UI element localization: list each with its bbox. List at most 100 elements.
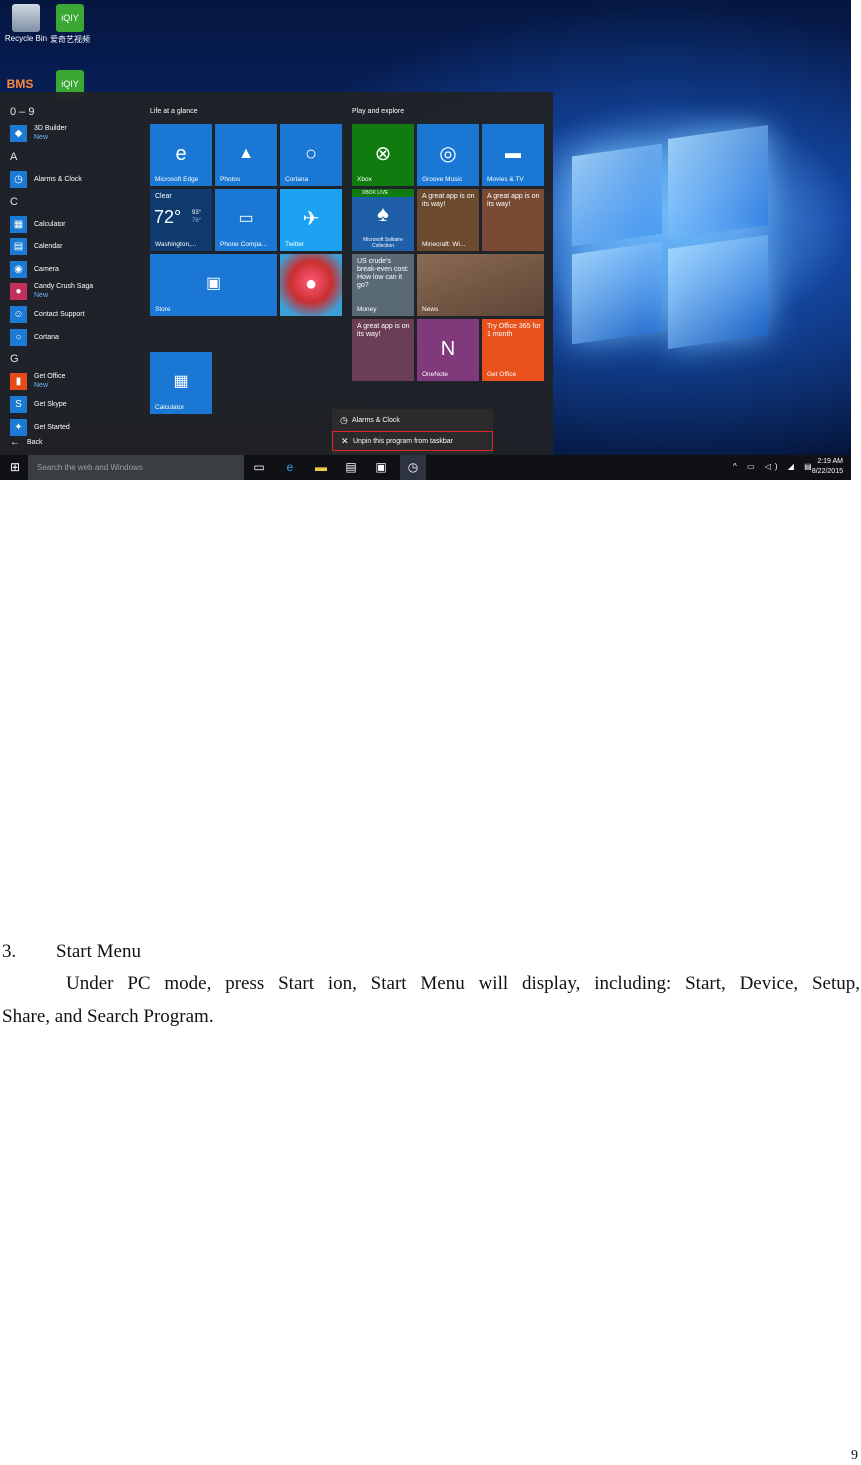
group-play-and-explore[interactable]: Play and explore (352, 108, 404, 115)
app-calendar[interactable]: ▤ Calendar (10, 237, 62, 255)
cortana-icon: ○ (304, 142, 318, 165)
app-get-skype[interactable]: S Get Skype (10, 395, 67, 413)
tile-label: Photos (220, 176, 241, 183)
tile-weather[interactable]: Clear 72° 93° 76° Washington,... (150, 189, 212, 251)
store-icon[interactable]: ▣ (372, 459, 390, 476)
system-tray-icons[interactable]: ^ ▭ ◁) ◢ ▤ (733, 462, 816, 471)
context-item-label: Alarms & Clock (352, 416, 400, 424)
app-list: 0 – 9 ◆ 3D Builder New A ◷ Alarms & Clock C… (0, 92, 140, 455)
tile-great-app[interactable]: A great app is on its way! (482, 189, 544, 251)
clock-time: 2:19 AM (817, 458, 843, 465)
tile-cortana[interactable]: ○ Cortana (280, 124, 342, 186)
tile-label: Microsoft Edge (155, 176, 199, 183)
xbox-live-banner: XBOX LIVE (352, 189, 414, 197)
tile-label: Cortana (285, 176, 309, 183)
tile-solitaire[interactable]: XBOX LIVE ♠ Microsoft Solitaire Collecti… (352, 189, 414, 251)
tile-text: A great app is on its way! (357, 323, 410, 338)
tile-money[interactable]: US crude's break-even cost: How low can … (352, 254, 414, 316)
iqiyi-desktop-icon[interactable]: iQIY 爱奇艺视频 (44, 4, 96, 45)
letter-header[interactable]: C (10, 196, 18, 208)
app-label: Calendar (34, 242, 63, 250)
store-bag-icon: ▣ (205, 274, 222, 292)
app-cortana[interactable]: ○ Cortana (10, 328, 59, 346)
tile-text: Try Office 365 for 1 month (487, 323, 541, 338)
windows-logo-wallpaper (560, 120, 790, 350)
edge-icon: e (175, 142, 187, 165)
tile-label: Money (357, 306, 377, 313)
tile-calculator[interactable]: ▦ Calculator (150, 352, 212, 414)
onenote-icon: N (440, 337, 456, 360)
tile-text: A great app is on its way! (422, 193, 475, 208)
alarms-clock-taskbar-icon[interactable]: ◷ (400, 455, 426, 480)
tile-text: A great app is on its way! (487, 193, 540, 208)
back-button[interactable]: ← Back (10, 433, 43, 451)
clapperboard-icon: ▬ (505, 144, 521, 162)
tile-onenote[interactable]: N OneNote (417, 319, 479, 381)
file-explorer-icon[interactable]: ▬ (312, 459, 330, 476)
tile-label: News (422, 306, 439, 313)
clock-date: 8/22/2015 (811, 468, 843, 475)
app-alarms-clock[interactable]: ◷ Alarms & Clock (10, 170, 82, 188)
playing-cards-icon: ♠ (377, 200, 389, 226)
groove-music-icon: ◎ (439, 142, 457, 165)
app-calculator[interactable]: ▦ Calculator (10, 215, 66, 233)
candy-icon: ● (304, 272, 318, 295)
app-get-office[interactable]: ▮ Get Office New (10, 372, 65, 390)
tile-store[interactable]: ▣ Store (150, 254, 277, 316)
calculator-icon: ▦ (173, 372, 189, 390)
letter-header[interactable]: A (10, 151, 17, 163)
tile-label: Store (155, 306, 171, 313)
app-3d-builder[interactable]: ◆ 3D Builder New (10, 124, 67, 142)
tile-label: Xbox (357, 176, 372, 183)
app-contact-support[interactable]: ☺ Contact Support (10, 305, 85, 323)
letter-header[interactable]: 0 – 9 (10, 106, 34, 118)
tile-get-office[interactable]: Try Office 365 for 1 month Get Office (482, 319, 544, 381)
page-number: 9 (851, 1448, 858, 1463)
xbox-icon: ⊗ (374, 142, 392, 165)
tile-label: Twitter (285, 241, 305, 248)
edge-icon[interactable]: e (281, 459, 299, 476)
tile-phone-companion[interactable]: ▭ Phone Compa... (215, 189, 277, 251)
new-badge: New (34, 292, 49, 299)
search-box[interactable]: Search the web and Windows (28, 455, 244, 480)
tile-label: Phone Compa... (220, 241, 267, 248)
desktop-icon-label: Recycle Bin (4, 34, 48, 43)
calendar-icon: ▤ (10, 237, 27, 255)
task-view-icon[interactable]: ▭ (250, 459, 268, 476)
tile-movies[interactable]: ▬ Movies & TV (482, 124, 544, 186)
tile-great-app-2[interactable]: A great app is on its way! (352, 319, 414, 381)
tile-groove[interactable]: ◎ Groove Music (417, 124, 479, 186)
tile-minecraft[interactable]: A great app is on its way! Minecraft: Wi.… (417, 189, 479, 251)
app-camera[interactable]: ◉ Camera (10, 260, 59, 278)
clock-icon: ◷ (340, 414, 348, 425)
tile-label: OneNote (422, 371, 449, 378)
tile-edge[interactable]: e Microsoft Edge (150, 124, 212, 186)
back-label: Back (27, 438, 43, 446)
section-title: Start Menu (56, 941, 141, 962)
tile-label: Calculator (155, 404, 185, 411)
start-button[interactable]: ⊞ (6, 459, 24, 476)
clock[interactable]: 2:19 AM 8/22/2015 (812, 457, 843, 477)
tile-xbox[interactable]: ⊗ Xbox (352, 124, 414, 186)
twitter-bird-icon: ✈ (302, 207, 320, 230)
tile-photos[interactable]: ▲ Photos (215, 124, 277, 186)
context-item-alarms-clock[interactable]: ◷ Alarms & Clock (332, 410, 493, 430)
phone-icon: ▭ (238, 209, 254, 227)
tile-candy-crush[interactable]: ● (280, 254, 342, 316)
tile-news[interactable]: News (417, 254, 544, 316)
tile-label: Get Office (487, 371, 517, 378)
weather-low: 76° (192, 218, 202, 224)
app-label: Candy Crush Saga (34, 283, 94, 290)
calendar-icon[interactable]: ▤ (342, 459, 360, 476)
weather-temp: 72° (154, 207, 182, 227)
screenshot: Recycle Bin iQIY 爱奇艺视频 BMS iQIY 0 – 9 ◆ 3… (0, 0, 851, 480)
taskbar-context-menu: ◷ Alarms & Clock ✕ Unpin this program from… (332, 409, 493, 454)
tile-twitter[interactable]: ✈ Twitter (280, 189, 342, 251)
tile-text: US crude's break-even cost: How low can … (357, 258, 409, 289)
letter-header[interactable]: G (10, 353, 19, 365)
paragraph-line-1: Under PC mode, press Start ion, Start Me… (66, 973, 860, 994)
new-badge: New (34, 134, 49, 141)
app-candy-crush[interactable]: ● Candy Crush Saga New (10, 282, 93, 300)
context-item-unpin[interactable]: ✕ Unpin this program from taskbar (332, 431, 493, 451)
group-life-at-a-glance[interactable]: Life at a glance (150, 108, 197, 115)
